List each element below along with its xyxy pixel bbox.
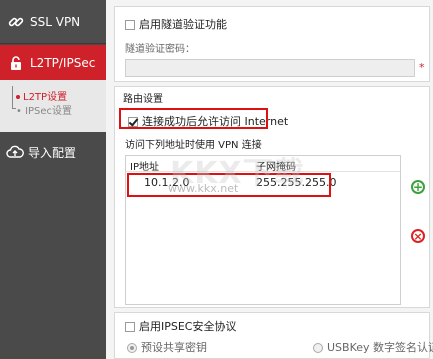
tree-line xyxy=(12,86,13,108)
tunnel-password-label: 隧道验证密码： xyxy=(125,44,195,55)
tunnel-auth-checkbox[interactable] xyxy=(125,20,135,30)
sidebar: SSL VPN L2TP/IPSec L2TP设置 • IPSec设置 导入配置 xyxy=(0,0,106,359)
ipsec-enable-checkbox[interactable] xyxy=(125,322,135,332)
subnav-item-ipsec-settings[interactable]: • IPSec设置 xyxy=(16,102,72,117)
bullet-icon xyxy=(16,95,20,99)
psk-label: 预设共享密钥 xyxy=(141,341,207,354)
ipsec-enable-label: 启用IPSEC安全协议 xyxy=(139,320,237,333)
required-mark: * xyxy=(419,61,425,74)
watermark-url: www.kkx.net xyxy=(168,182,239,195)
tunnel-auth-checkbox-row[interactable]: 启用隧道验证功能 xyxy=(125,16,227,32)
add-route-button[interactable]: + xyxy=(411,180,425,194)
link-icon xyxy=(8,14,24,30)
usbkey-radio[interactable] xyxy=(313,343,323,353)
cloud-upload-icon xyxy=(6,144,24,160)
usbkey-label: USBKey 数字签名认证 xyxy=(327,341,433,354)
ipsec-panel: 启用IPSEC安全协议 预设共享密钥 USBKey 数字签名认证 xyxy=(114,312,433,359)
sidebar-item-import-config[interactable]: 导入配置 xyxy=(0,132,106,172)
psk-radio-row[interactable]: 预设共享密钥 xyxy=(127,339,207,355)
routing-section-title: 路由设置 xyxy=(123,94,163,105)
sidebar-item-label: 导入配置 xyxy=(28,145,77,160)
highlight-box-allow-internet xyxy=(119,108,268,129)
subnav-item-l2tp-settings[interactable]: L2TP设置 xyxy=(16,88,67,103)
sidebar-item-ssl-vpn[interactable]: SSL VPN xyxy=(0,0,106,44)
ipsec-enable-row[interactable]: 启用IPSEC安全协议 xyxy=(125,318,237,334)
tunnel-auth-label: 启用隧道验证功能 xyxy=(139,18,227,31)
sidebar-item-l2tp-ipsec[interactable]: L2TP/IPSec xyxy=(0,45,106,80)
psk-radio[interactable] xyxy=(127,343,137,353)
subnav-item-label: IPSec设置 xyxy=(25,106,73,117)
sidebar-item-label: L2TP/IPSec xyxy=(30,55,96,70)
plus-icon: + xyxy=(412,180,424,194)
sidebar-subnav: L2TP设置 • IPSec设置 xyxy=(0,80,106,132)
delete-route-button[interactable]: × xyxy=(411,229,425,243)
lock-icon xyxy=(8,55,24,71)
close-icon: × xyxy=(413,229,423,243)
sidebar-item-label: SSL VPN xyxy=(30,14,81,29)
usbkey-radio-row[interactable]: USBKey 数字签名认证 xyxy=(313,339,433,355)
tunnel-password-input[interactable] xyxy=(125,59,415,77)
tunnel-auth-panel: 启用隧道验证功能 隧道验证密码： * xyxy=(114,6,430,82)
